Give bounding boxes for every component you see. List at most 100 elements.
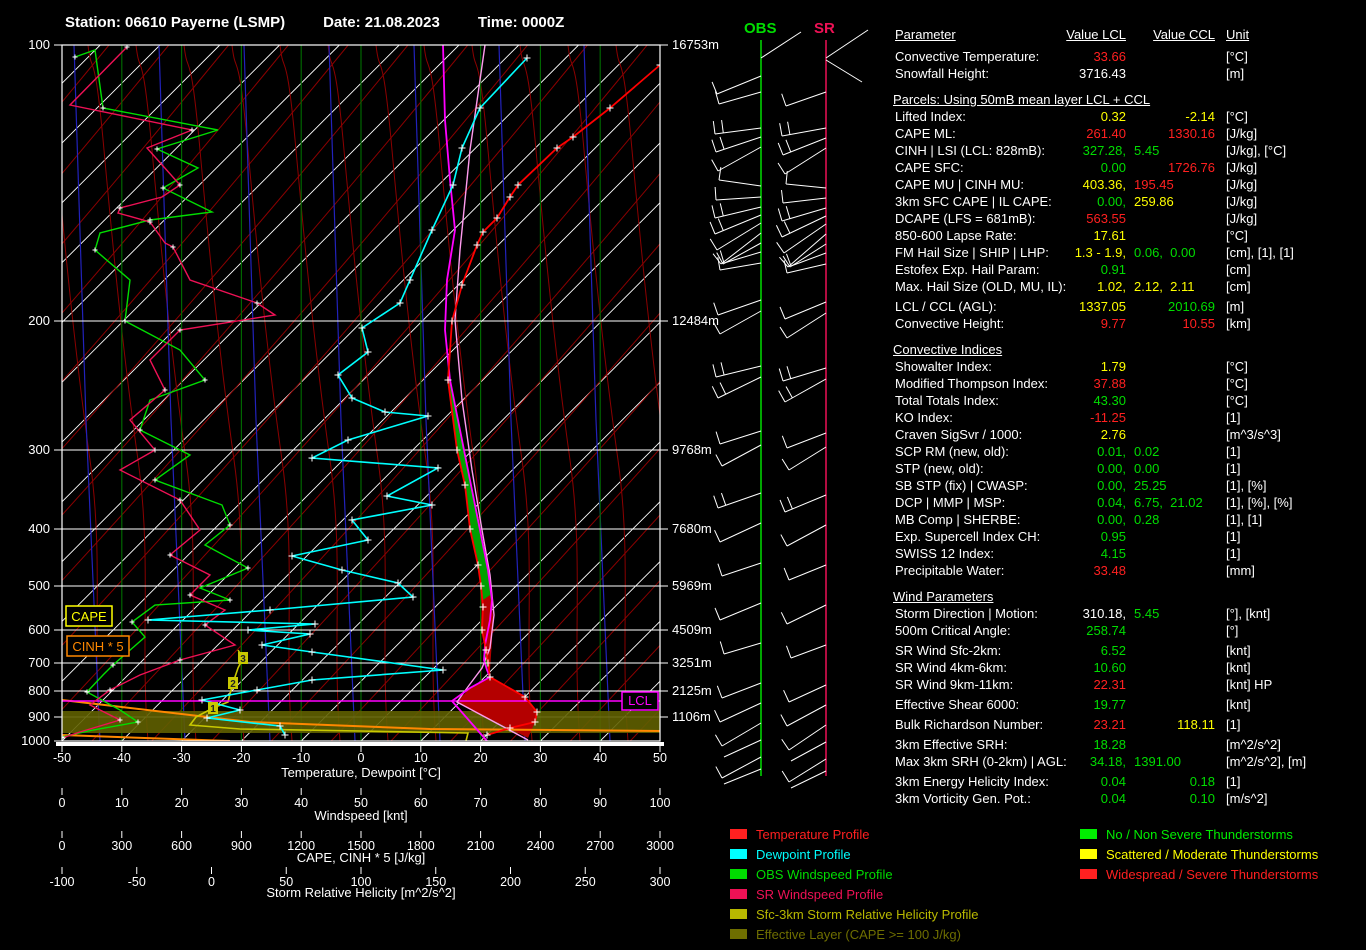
- obs-wind-barbs: [709, 31, 802, 785]
- value-token: 0.10: [1189, 791, 1215, 806]
- pressure-tick-label: 900: [28, 709, 50, 724]
- axis-tick-label: 0: [59, 839, 66, 853]
- table-row: Max 3km SRH (0-2km) | AGL: 34.18, 1391.00[…: [893, 753, 1363, 770]
- legend-swatch: [730, 829, 747, 839]
- value-lcl: 19.77: [1021, 696, 1126, 713]
- value-lcl: 10.60: [1021, 659, 1126, 676]
- profile-legend: Temperature Profile Dewpoint Profile OBS W…: [730, 824, 979, 944]
- parameter-table: Parameter Value LCL Value CCL Unit Convectiv…: [893, 26, 1363, 807]
- param-label: SWISS 12 Index:: [895, 546, 994, 561]
- value-token: 19.77: [1093, 697, 1126, 712]
- legend-item: OBS Windspeed Profile: [730, 864, 979, 884]
- table-row: STP (new, old): 0.00, 0.00 [1]: [893, 460, 1363, 477]
- table-row: SWISS 12 Index: 4.15 [1]: [893, 545, 1363, 562]
- param-label: Craven SigSvr / 1000:: [895, 427, 1023, 442]
- unit-label: [m]: [1226, 299, 1245, 314]
- section-header: Parcels: Using 50mB mean layer LCL + CCL: [893, 92, 1151, 107]
- legend-item: No / Non Severe Thunderstorms: [1080, 824, 1318, 844]
- dry-adiabat-line: [62, 45, 409, 450]
- value-ccl: 1330.16: [1115, 125, 1215, 142]
- legend-label: Dewpoint Profile: [756, 846, 851, 862]
- param-label: DCP | MMP | MSP:: [895, 495, 1006, 510]
- value-lcl: 43.30: [1021, 392, 1126, 409]
- cinh-trace: [62, 734, 231, 741]
- legend-swatch: [730, 909, 747, 919]
- legend-item: Effective Layer (CAPE >= 100 J/kg): [730, 924, 979, 944]
- obs-column-label: OBS: [744, 20, 777, 37]
- table-row: Storm Direction | Motion: 310.18, 5.45 [°],…: [893, 605, 1363, 622]
- value-lcl: 310.18,: [1021, 605, 1126, 622]
- value-lcl: 0.00: [1021, 159, 1126, 176]
- value-token: 258.74: [1086, 623, 1126, 638]
- value-token: 37.88: [1093, 376, 1126, 391]
- param-label: SB STP (fix) | CWASP:: [895, 478, 1028, 493]
- value-lcl: 22.31: [1021, 676, 1126, 693]
- unit-label: [°C]: [1226, 109, 1248, 124]
- severity-legend: No / Non Severe Thunderstorms Scattered /…: [1080, 824, 1318, 884]
- value-token: 0.00,: [1097, 512, 1126, 527]
- value-token: 0.95: [1100, 529, 1126, 544]
- param-label: Lifted Index:: [895, 109, 966, 124]
- value-lcl: 563.55: [1021, 210, 1126, 227]
- value-extra: 25.25: [1134, 477, 1167, 494]
- column-header-value_lcl: Value LCL: [1066, 27, 1126, 42]
- value-extra: 5.45: [1134, 605, 1159, 622]
- param-label: STP (new, old):: [895, 461, 984, 476]
- altitude-label: 12484m: [672, 313, 719, 328]
- axis-tick-label: -50: [53, 751, 71, 765]
- legend-item: Scattered / Moderate Thunderstorms: [1080, 844, 1318, 864]
- value-token: 310.18,: [1082, 606, 1126, 621]
- value-token: 33.66: [1093, 49, 1126, 64]
- axis-text: 2: [230, 679, 236, 690]
- value-extra: 2.12, 2.11: [1134, 278, 1194, 295]
- axis-tick-label: -30: [173, 751, 191, 765]
- value-lcl: 1.02,: [1021, 278, 1126, 295]
- altitude-label: 7680m: [672, 521, 712, 536]
- value-token: 3716.43: [1079, 66, 1126, 81]
- axis-tick-label: 70: [474, 796, 488, 810]
- column-header-parameter: Parameter: [895, 27, 956, 42]
- value-token: 2.12,: [1134, 279, 1163, 294]
- param-label: MB Comp | SHERBE:: [895, 512, 1021, 527]
- pressure-tick-label: 1000: [21, 733, 50, 748]
- value-extra: 6.75, 21.02: [1134, 494, 1203, 511]
- pressure-tick-label: 300: [28, 442, 50, 457]
- param-label: 3km Effective SRH:: [895, 737, 1008, 752]
- mixing-ratio-line: [243, 45, 271, 741]
- table-row: Craven SigSvr / 1000: 2.76 [m^3/s^3]: [893, 426, 1363, 443]
- pressure-tick-label: 200: [28, 313, 50, 328]
- table-row: Max. Hail Size (OLD, MU, IL): 1.02, 2.12, …: [893, 278, 1363, 295]
- legend-item: SR Windspeed Profile: [730, 884, 979, 904]
- unit-label: [J/kg]: [1226, 211, 1258, 226]
- table-row: 850-600 Lapse Rate: 17.61 [°C]: [893, 227, 1363, 244]
- unit-label: [mm]: [1226, 563, 1255, 578]
- value-token: 21.02: [1162, 495, 1203, 510]
- value-token: 0.00,: [1097, 478, 1126, 493]
- mixing-ratio-line: [413, 45, 441, 741]
- unit-label: [knt] HP: [1226, 677, 1273, 692]
- value-lcl: 37.88: [1021, 375, 1126, 392]
- value-lcl: 33.66: [1021, 48, 1126, 65]
- param-label: 3km Vorticity Gen. Pot.:: [895, 791, 1031, 806]
- pressure-tick-label: 400: [28, 521, 50, 536]
- value-extra: 1391.00: [1134, 753, 1181, 770]
- axis-tick-label: 40: [294, 796, 308, 810]
- unit-label: [1], [%]: [1226, 478, 1267, 493]
- value-token: 25.25: [1134, 478, 1167, 493]
- value-lcl: 0.00,: [1021, 460, 1126, 477]
- value-lcl: 261.40: [1021, 125, 1126, 142]
- pressure-tick-label: 500: [28, 578, 50, 593]
- unit-label: [1]: [1226, 444, 1241, 459]
- table-row: Showalter Index: 1.79 [°C]: [893, 358, 1363, 375]
- table-row: 3km Vorticity Gen. Pot.: 0.04 0.10 [m/s^2]: [893, 790, 1363, 807]
- axis-tick-label: 90: [593, 796, 607, 810]
- table-row: Precipitable Water: 33.48 [mm]: [893, 562, 1363, 579]
- isotherm-line: [599, 680, 660, 741]
- axis-tick-label: -50: [128, 875, 146, 889]
- unit-label: [J/kg]: [1226, 126, 1258, 141]
- unit-label: [cm]: [1226, 279, 1251, 294]
- value-lcl: 0.04: [1021, 773, 1126, 790]
- legend-swatch: [730, 889, 747, 899]
- value-extra: 0.00: [1134, 460, 1159, 477]
- axis-title: Windspeed [knt]: [314, 808, 407, 823]
